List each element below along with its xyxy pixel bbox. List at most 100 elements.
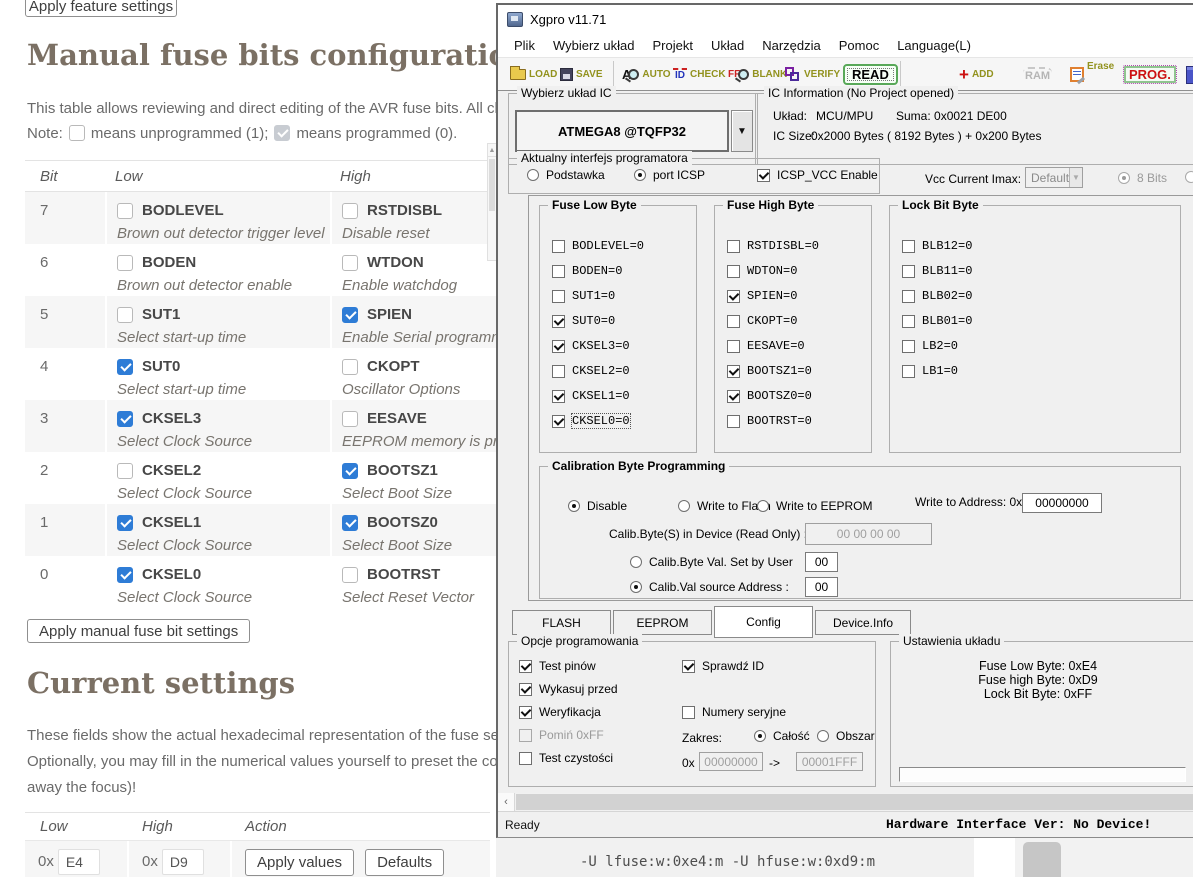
bootsz0-checkbox[interactable] <box>342 514 358 531</box>
chip-icon-partial[interactable] <box>1186 58 1193 91</box>
cksel2-checkbox[interactable] <box>117 462 133 479</box>
verify-checkbox[interactable]: Weryfikacja <box>519 705 601 719</box>
xg-blb12-checkbox[interactable]: BLB12=0 <box>902 239 972 253</box>
xg-boden-checkbox[interactable]: BODEN=0 <box>552 264 622 278</box>
xg-wdton-checkbox[interactable]: WDTON=0 <box>727 264 797 278</box>
bits16-radio-partial[interactable] <box>1185 171 1193 183</box>
xg-cksel1-checkbox[interactable]: CKSEL1=0 <box>552 389 630 403</box>
erase-button[interactable]: Erase <box>1070 58 1114 91</box>
chip-dropdown-button[interactable]: ▼ <box>731 110 753 152</box>
range-to-input[interactable]: 00001FFF <box>796 752 863 771</box>
blank-check-checkbox[interactable]: Test czystości <box>519 751 613 765</box>
progress-strip <box>899 767 1186 782</box>
load-folder-icon <box>510 66 526 80</box>
cksel3-checkbox[interactable] <box>117 410 133 427</box>
write-address-input[interactable]: 00000000 <box>1022 493 1102 513</box>
menu-wybierz-uklad[interactable]: Wybierz układ <box>544 38 644 53</box>
skip-ff-checkbox[interactable]: Pomiń 0xFF <box>519 728 604 742</box>
bootrst-checkbox[interactable] <box>342 566 358 583</box>
scroll-up-icon[interactable]: ▲ <box>488 144 496 157</box>
selected-chip[interactable]: ATMEGA8 @TQFP32 <box>515 110 729 152</box>
vcc-imax-combo[interactable]: Default ▼ <box>1025 167 1083 188</box>
xg-lb2-checkbox[interactable]: LB2=0 <box>902 339 958 353</box>
apply-feature-settings-button[interactable]: Apply feature settings <box>25 0 177 17</box>
tab-device-info[interactable]: Device.Info <box>815 610 911 635</box>
apply-values-button[interactable]: Apply values <box>245 849 355 876</box>
xg-ckopt-checkbox[interactable]: CKOPT=0 <box>727 314 797 328</box>
sut1-checkbox[interactable] <box>117 306 133 323</box>
tab-flash[interactable]: FLASH <box>512 610 611 635</box>
check-id-checkbox[interactable]: Sprawdź ID <box>682 659 764 673</box>
socket-radio[interactable]: Podstawka <box>527 168 605 182</box>
xg-cksel2-checkbox[interactable]: CKSEL2=0 <box>552 364 630 378</box>
calib-user-radio[interactable]: Calib.Byte Val. Set by User <box>630 555 793 569</box>
apply-manual-fuse-button[interactable]: Apply manual fuse bit settings <box>27 619 251 643</box>
horizontal-scrollbar[interactable]: ‹ <box>498 793 1193 811</box>
xg-bootsz1-checkbox[interactable]: BOOTSZ1=0 <box>727 364 812 378</box>
bodlevel-checkbox[interactable] <box>117 202 133 219</box>
auto-button[interactable]: A AUTO <box>622 58 671 91</box>
range-all-radio[interactable]: Całość <box>754 729 810 743</box>
test-pins-checkbox[interactable]: Test pinów <box>519 659 596 673</box>
cksel0-checkbox[interactable] <box>117 566 133 583</box>
calib-source-radio[interactable]: Calib.Val source Address : <box>630 580 789 594</box>
menu-plik[interactable]: Plik <box>505 38 544 53</box>
menu-uklad[interactable]: Układ <box>702 38 753 53</box>
high-fuse-input[interactable]: D9 <box>161 849 204 875</box>
ic-size-label: IC Size: <box>773 129 816 143</box>
range-from-input[interactable]: 00000000 <box>699 752 763 771</box>
xg-spien-checkbox[interactable]: SPIEN=0 <box>727 289 797 303</box>
defaults-button[interactable]: Defaults <box>365 849 445 876</box>
boden-checkbox[interactable] <box>117 254 133 271</box>
xg-bootsz0-checkbox[interactable]: BOOTSZ0=0 <box>727 389 812 403</box>
eesave-checkbox[interactable] <box>342 410 358 427</box>
erase-before-checkbox[interactable]: Wykasuj przed <box>519 682 618 696</box>
rstdisbl-checkbox[interactable] <box>342 202 358 219</box>
menu-narzedzia[interactable]: Narzędzia <box>753 38 830 53</box>
icsp-vcc-checkbox[interactable]: ICSP_VCC Enable <box>757 168 878 182</box>
bootsz1-checkbox[interactable] <box>342 462 358 479</box>
spien-checkbox[interactable] <box>342 306 358 323</box>
ckopt-checkbox[interactable] <box>342 358 358 375</box>
menu-language[interactable]: Language(L) <box>888 38 980 53</box>
xg-bootrst-checkbox[interactable]: BOOTRST=0 <box>727 414 812 428</box>
calib-device-label: Calib.Byte(S) in Device (Read Only) : <box>609 527 808 541</box>
add-button[interactable]: + ADD <box>959 58 994 91</box>
xg-cksel3-checkbox[interactable]: CKSEL3=0 <box>552 339 630 353</box>
menu-projekt[interactable]: Projekt <box>643 38 701 53</box>
scrollbar-thumb[interactable] <box>1023 842 1061 877</box>
low-fuse-input[interactable]: E4 <box>57 849 100 875</box>
calib-eeprom-radio[interactable]: Write to EEPROM <box>757 499 872 513</box>
calib-disable-radio[interactable]: Disable <box>568 499 627 513</box>
calib-user-input[interactable]: 00 <box>805 552 838 572</box>
serial-numbers-checkbox[interactable]: Numery seryjne <box>682 705 786 719</box>
check-button[interactable]: ID CHECK <box>673 58 726 91</box>
cksel1-checkbox[interactable] <box>117 514 133 531</box>
hscroll-thumb[interactable] <box>516 794 1193 810</box>
tab-eeprom[interactable]: EEPROM <box>613 610 712 635</box>
ram-button[interactable]: RAM <box>1023 58 1053 91</box>
xg-blb01-checkbox[interactable]: BLB01=0 <box>902 314 972 328</box>
scroll-left-icon[interactable]: ‹ <box>498 793 515 811</box>
prog-button[interactable]: PROG. <box>1123 58 1177 91</box>
xg-cksel0-checkbox[interactable]: CKSEL0=0 <box>552 413 631 429</box>
config-panel: Fuse Low Byte BODLEVEL=0 BODEN=0 SUT1=0 … <box>528 195 1193 601</box>
combo-arrow-icon: ▼ <box>1069 168 1082 187</box>
wtdon-checkbox[interactable] <box>342 254 358 271</box>
xg-rstdisbl-checkbox[interactable]: RSTDISBL=0 <box>727 239 819 253</box>
calib-source-input[interactable]: 00 <box>805 577 838 597</box>
title-bar[interactable]: Xgpro v11.71 <box>498 5 1193 33</box>
xg-bodlevel-checkbox[interactable]: BODLEVEL=0 <box>552 239 644 253</box>
bits8-radio[interactable]: 8 Bits <box>1118 171 1167 185</box>
range-region-radio[interactable]: Obszar <box>817 729 875 743</box>
xg-lb1-checkbox[interactable]: LB1=0 <box>902 364 958 378</box>
xg-eesave-checkbox[interactable]: EESAVE=0 <box>727 339 805 353</box>
xg-blb02-checkbox[interactable]: BLB02=0 <box>902 289 972 303</box>
xg-sut1-checkbox[interactable]: SUT1=0 <box>552 289 615 303</box>
sut0-checkbox[interactable] <box>117 358 133 375</box>
menu-pomoc[interactable]: Pomoc <box>830 38 888 53</box>
tab-config[interactable]: Config <box>714 606 813 638</box>
xg-blb11-checkbox[interactable]: BLB11=0 <box>902 264 972 278</box>
xg-sut0-checkbox[interactable]: SUT0=0 <box>552 314 615 328</box>
icsp-radio[interactable]: port ICSP <box>634 168 705 182</box>
